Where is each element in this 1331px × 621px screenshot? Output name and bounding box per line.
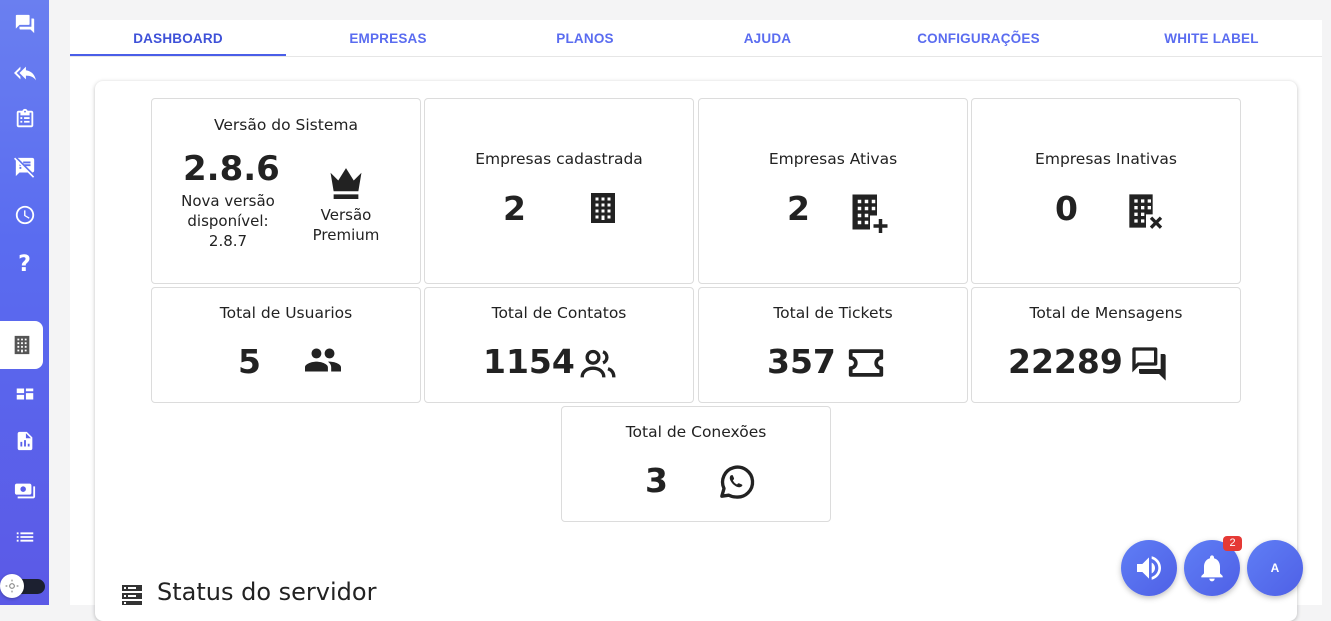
theme-toggle[interactable] <box>0 574 46 598</box>
card-value: 0 <box>1055 189 1078 228</box>
card-title: Total de Usuarios <box>219 304 353 322</box>
volume-icon <box>1137 556 1161 580</box>
main-content: Versão do Sistema 2.8.6 Nova versão disp… <box>70 57 1322 621</box>
whatsapp-icon <box>716 462 756 502</box>
card-value: 2 <box>787 189 810 228</box>
card-title: Empresas Ativas <box>768 150 898 168</box>
help-icon[interactable]: ? <box>0 246 49 282</box>
card-usuarios: Total de Usuarios 5 <box>151 287 421 403</box>
card-value: 2 <box>503 189 526 228</box>
card-value: 357 <box>767 342 836 381</box>
payments-icon[interactable] <box>0 473 49 509</box>
card-empresas-cadastradas: Empresas cadastrada 2 <box>424 98 694 284</box>
card-title: Total de Mensagens <box>1029 304 1183 322</box>
card-contatos: Total de Contatos 1154 <box>424 287 694 403</box>
card-title: Total de Conexões <box>625 423 767 441</box>
card-conexoes: Total de Conexões 3 <box>561 406 831 522</box>
card-value: 1154 <box>483 342 575 381</box>
reply-all-icon[interactable] <box>0 55 49 91</box>
tab-indicator <box>70 54 286 56</box>
users-icon <box>302 342 344 378</box>
sun-icon <box>0 574 24 598</box>
tab-bar: DASHBOARD EMPRESAS PLANOS AJUDA CONFIGUR… <box>70 20 1322 57</box>
card-title: Empresas cadastrada <box>475 150 643 168</box>
card-empresas-inativas: Empresas Inativas 0 <box>971 98 1241 284</box>
sidebar: ? <box>0 0 49 605</box>
card-value: 5 <box>238 342 261 381</box>
dashboard-icon[interactable] <box>0 376 49 412</box>
building-icon <box>585 189 621 227</box>
tab-dashboard[interactable]: DASHBOARD <box>70 20 286 57</box>
contacts-icon <box>577 344 619 384</box>
card-title: Empresas Inativas <box>1035 150 1177 168</box>
avatar-button[interactable]: A <box>1247 540 1303 596</box>
card-title: Versão do Sistema <box>214 116 358 134</box>
card-value: 3 <box>645 461 668 500</box>
card-value: 22289 <box>1008 342 1123 381</box>
clipboard-icon[interactable] <box>0 101 49 137</box>
speaker-notes-off-icon[interactable] <box>0 149 49 185</box>
server-icon <box>122 584 142 605</box>
tab-empresas[interactable]: EMPRESAS <box>286 20 490 57</box>
card-title: Total de Tickets <box>773 304 893 322</box>
crown-icon <box>327 165 365 199</box>
notification-badge: 2 <box>1223 536 1242 551</box>
card-empresas-ativas: Empresas Ativas 2 <box>698 98 968 284</box>
chat-icon[interactable] <box>0 6 49 42</box>
status-title: Status do servidor <box>157 578 377 606</box>
tab-planos[interactable]: PLANOS <box>490 20 680 57</box>
dashboard-panel: Versão do Sistema 2.8.6 Nova versão disp… <box>95 81 1297 621</box>
card-title: Total de Contatos <box>491 304 627 322</box>
premium-label: Versão Premium <box>312 206 380 244</box>
version-value: 2.8.6 <box>183 149 280 189</box>
clock-icon[interactable] <box>0 197 49 233</box>
card-version: Versão do Sistema 2.8.6 Nova versão disp… <box>151 98 421 284</box>
report-icon[interactable] <box>0 423 49 459</box>
bell-icon <box>1201 555 1223 582</box>
avatar: A <box>1270 561 1280 575</box>
tab-white-label[interactable]: WHITE LABEL <box>1102 20 1321 57</box>
business-icon[interactable] <box>0 321 43 369</box>
volume-button[interactable] <box>1121 540 1177 596</box>
forum-icon <box>1128 344 1170 384</box>
tab-ajuda[interactable]: AJUDA <box>680 20 855 57</box>
tab-configuracoes[interactable]: CONFIGURAÇÕES <box>855 20 1102 57</box>
building-add-icon <box>849 191 891 233</box>
ticket-icon <box>845 346 887 380</box>
list-icon[interactable] <box>0 519 49 555</box>
card-mensagens: Total de Mensagens 22289 <box>971 287 1241 403</box>
building-remove-icon <box>1126 191 1166 231</box>
version-note: Nova versão disponível: 2.8.7 <box>181 192 275 250</box>
card-tickets: Total de Tickets 357 <box>698 287 968 403</box>
